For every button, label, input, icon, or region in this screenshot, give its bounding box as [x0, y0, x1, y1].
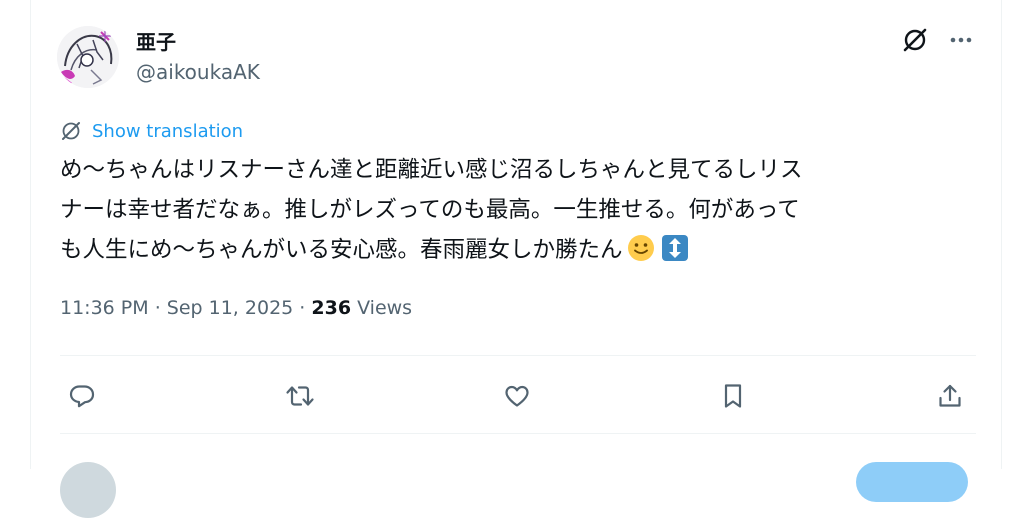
views-count: 236 [311, 297, 352, 319]
views-label: Views [351, 297, 413, 319]
grok-slash-icon [903, 28, 927, 52]
tweet-text-line-content: も人生にめ〜ちゃんがいる安心感。春雨麗女しか勝たん [60, 237, 623, 263]
translate-icon [62, 122, 80, 140]
retweet-button[interactable] [280, 376, 320, 416]
grok-button[interactable] [898, 23, 932, 57]
bookmark-icon [724, 384, 742, 408]
slightly-smiling-face-emoji [627, 235, 654, 261]
reply-submit-button[interactable] [856, 462, 968, 502]
reply-button[interactable] [62, 376, 102, 416]
meta-separator: · [148, 297, 167, 319]
tweet-text-line: め〜ちゃんはリスナーさん達と距離近い感じ沼るしちゃんと見てるしリス [60, 157, 803, 183]
bookmark-button[interactable] [713, 376, 753, 416]
divider-top [60, 355, 976, 356]
share-icon [939, 384, 961, 407]
more-dots-icon [950, 37, 972, 43]
meta-separator: · [293, 297, 312, 319]
more-options-button[interactable] [944, 23, 978, 57]
tweet-date[interactable]: Sep 11, 2025 [167, 297, 293, 319]
divider-bottom [60, 433, 976, 434]
up-down-arrow-emoji [661, 235, 688, 261]
share-button[interactable] [930, 376, 970, 416]
like-button[interactable] [497, 376, 537, 416]
timeline-border-right [1001, 0, 1002, 469]
heart-icon [505, 385, 529, 407]
tweet-meta: 11:36 PM · Sep 11, 2025 · 236 Views [60, 297, 412, 319]
tweet-time[interactable]: 11:36 PM [60, 297, 149, 319]
author-avatar[interactable] [57, 26, 119, 88]
reply-icon [69, 385, 95, 408]
avatar-illustration [57, 26, 119, 88]
retweet-icon [286, 386, 314, 406]
tweet-text-line: も人生にめ〜ちゃんがいる安心感。春雨麗女しか勝たん [60, 230, 980, 270]
timeline-border-left [30, 0, 31, 469]
tweet-text: め〜ちゃんはリスナーさん達と距離近い感じ沼るしちゃんと見てるしリス ナーは幸せ者… [60, 150, 980, 270]
author-display-name[interactable]: 亜子 [136, 26, 176, 55]
show-translation-link[interactable]: Show translation [60, 118, 243, 144]
tweet-text-line: ナーは幸せ者だなぁ。推しがレズってのも最高。一生推せる。何があって [60, 197, 800, 223]
show-translation-label: Show translation [92, 120, 244, 142]
reply-composer-avatar[interactable] [60, 462, 116, 518]
author-handle[interactable]: @aikoukaAK [136, 60, 260, 84]
